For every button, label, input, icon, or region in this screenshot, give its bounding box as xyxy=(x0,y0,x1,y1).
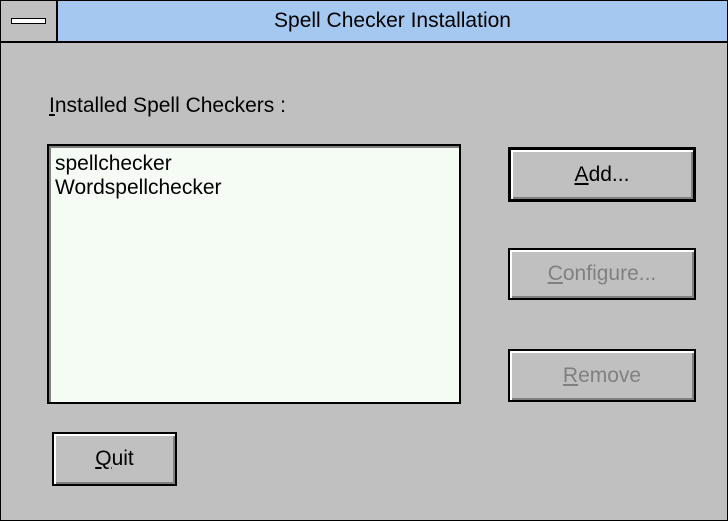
remove-button[interactable]: Remove xyxy=(508,349,696,402)
add-button-label: dd... xyxy=(588,163,630,186)
configure-button-label: onfigure... xyxy=(562,262,657,285)
add-button[interactable]: Add... xyxy=(508,147,696,202)
spell-checker-installation-window: Spell Checker Installation Installed Spe… xyxy=(0,0,728,521)
system-menu-icon xyxy=(11,18,46,24)
add-button-mnemonic: A xyxy=(574,163,589,186)
remove-button-mnemonic: R xyxy=(562,364,579,387)
title-bar: Spell Checker Installation xyxy=(1,1,727,43)
installed-spell-checkers-list[interactable]: spellchecker Wordspellchecker xyxy=(47,144,461,404)
system-menu-button[interactable] xyxy=(1,1,58,41)
quit-button-mnemonic: Q xyxy=(95,447,112,470)
configure-button-mnemonic: C xyxy=(547,262,563,285)
window-title: Spell Checker Installation xyxy=(274,9,511,32)
configure-button[interactable]: Configure... xyxy=(508,248,696,300)
installed-spell-checkers-label: Installed Spell Checkers : xyxy=(49,94,286,118)
quit-button[interactable]: Quit xyxy=(52,432,177,486)
list-item[interactable]: spellchecker xyxy=(55,152,459,176)
remove-button-label: emove xyxy=(578,364,642,387)
quit-button-label: uit xyxy=(111,447,134,470)
list-item[interactable]: Wordspellchecker xyxy=(55,176,459,200)
label-text: nstalled Spell Checkers : xyxy=(54,94,286,117)
